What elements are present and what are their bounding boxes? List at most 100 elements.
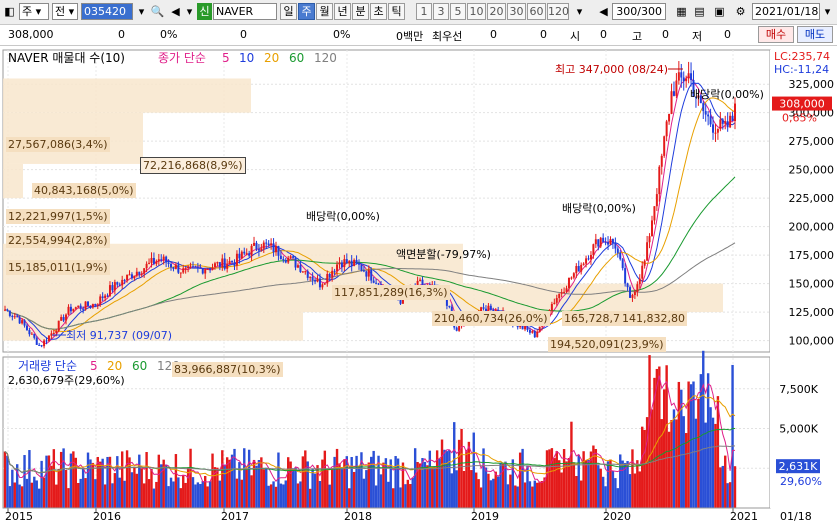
volume-bar — [328, 484, 331, 508]
print-icon[interactable]: ▤ — [692, 3, 707, 20]
volume-bar — [240, 479, 244, 508]
volume-bar — [81, 467, 85, 508]
candle-body — [240, 251, 243, 259]
scroll-left-icon[interactable]: ◀ — [596, 3, 611, 20]
sound-dropdown-icon[interactable]: ▾ — [182, 3, 197, 20]
volume-bar — [597, 465, 600, 508]
code-dropdown-icon[interactable]: ▾ — [134, 3, 149, 20]
volume-bar — [152, 488, 156, 508]
buy-button[interactable]: 매수 — [758, 26, 794, 43]
candle-body — [589, 254, 592, 260]
period-tab-6[interactable]: 틱 — [388, 3, 405, 20]
volume-bar — [140, 468, 143, 508]
period-tab-0[interactable]: 일 — [280, 3, 297, 20]
save-icon[interactable]: ▣ — [712, 3, 727, 20]
candle-body — [262, 242, 265, 249]
candle-body — [45, 340, 48, 342]
candle-body — [594, 239, 597, 245]
volume-bar — [677, 381, 681, 508]
interval-tab-1[interactable]: 3 — [433, 3, 449, 20]
volume-bar — [59, 451, 63, 508]
prev-select[interactable]: 전 ▾ — [52, 3, 78, 20]
candle-body — [60, 317, 63, 321]
candle-body — [221, 258, 224, 267]
chart-type-select[interactable]: 주 ▾ — [19, 3, 49, 20]
change-value: 0 — [118, 28, 125, 41]
volume-bar — [138, 454, 141, 508]
volume-bar — [296, 483, 300, 508]
prev-label: 전 — [55, 5, 66, 18]
volume-bar — [521, 448, 524, 508]
candle-body — [152, 257, 155, 264]
volume-bar — [470, 470, 473, 508]
settings-gear-icon[interactable]: ⚙ — [733, 3, 748, 20]
date-field[interactable]: 2021/01/18 — [752, 3, 820, 20]
volume-bar — [660, 419, 663, 508]
candle-body — [716, 129, 719, 133]
volume-bar — [692, 381, 695, 508]
volume-bar — [228, 459, 231, 508]
volume-bar — [621, 460, 624, 508]
sell-button[interactable]: 매도 — [797, 26, 833, 43]
new-badge: 신 — [197, 3, 212, 20]
volume-bar — [387, 481, 390, 508]
candle-body — [665, 121, 668, 137]
candle-body — [721, 119, 724, 124]
sound-icon[interactable]: ◀ — [168, 3, 183, 20]
candle-body — [553, 302, 556, 304]
volume-profile-label: 165,728,7 — [562, 311, 622, 326]
interval-tab-4[interactable]: 20 — [487, 3, 506, 20]
chart-menu-icon[interactable]: ◧ — [2, 3, 17, 20]
candle-body — [191, 266, 194, 268]
candle-body — [323, 283, 326, 285]
stock-name-field[interactable]: NAVER — [213, 3, 277, 20]
chart-area[interactable]: 325,000 300,000 275,000 250,000 225,000 200,0… — [0, 46, 837, 524]
interval-dropdown-icon[interactable]: ▾ — [572, 3, 587, 20]
volume-bar — [42, 477, 46, 508]
interval-tab-0[interactable]: 1 — [416, 3, 432, 20]
interval-tab-7[interactable]: 120 — [547, 3, 569, 20]
candle-body — [6, 309, 9, 311]
candle-body — [170, 263, 173, 268]
interval-tab-5[interactable]: 30 — [507, 3, 526, 20]
grid-toggle-icon[interactable]: ▦ — [674, 3, 689, 20]
candle-body — [577, 266, 580, 272]
candle-body — [99, 296, 102, 305]
period-tab-3[interactable]: 년 — [334, 3, 351, 20]
volume-bar — [277, 452, 280, 508]
candle-body — [528, 329, 531, 333]
volume-bar — [55, 484, 58, 508]
volume-bar — [352, 471, 356, 508]
interval-tab-2[interactable]: 5 — [450, 3, 466, 20]
candle-body — [231, 261, 234, 263]
candle-body — [558, 293, 561, 299]
best-bid: 0 — [490, 28, 497, 41]
volume-bar — [318, 481, 322, 508]
volume-bar — [489, 480, 493, 508]
volume-bar — [572, 462, 576, 508]
stock-code-input[interactable]: 035420 — [81, 3, 133, 20]
high-annotation: 최고 347,000 (08/24) — [555, 63, 668, 76]
period-tab-4[interactable]: 분 — [352, 3, 369, 20]
period-tab-2[interactable]: 월 — [316, 3, 333, 20]
date-dropdown-icon[interactable]: ▾ — [820, 3, 835, 20]
candle-body — [265, 242, 268, 244]
volume-bar — [579, 480, 583, 508]
x-tick-label: 2019 — [471, 510, 499, 523]
candle-body — [685, 78, 688, 82]
volume-bar — [548, 449, 551, 508]
interval-tab-3[interactable]: 10 — [467, 3, 486, 20]
volume-tick-label: 7,500K — [779, 383, 818, 396]
bar-count-field[interactable]: 300/300 — [612, 3, 666, 20]
volume-bar — [484, 467, 488, 508]
volume-ma-legend-60: 60 — [132, 359, 147, 373]
best-quote-label: 최우선 — [432, 30, 463, 43]
volume-bar — [294, 467, 297, 508]
volume-bar — [94, 479, 97, 508]
volume-bar — [355, 455, 358, 508]
interval-tab-6[interactable]: 60 — [527, 3, 546, 20]
volume-bar — [565, 461, 568, 508]
search-icon[interactable]: 🔍 — [150, 3, 165, 20]
period-tab-5[interactable]: 초 — [370, 3, 387, 20]
period-tab-1[interactable]: 주 — [298, 3, 315, 20]
